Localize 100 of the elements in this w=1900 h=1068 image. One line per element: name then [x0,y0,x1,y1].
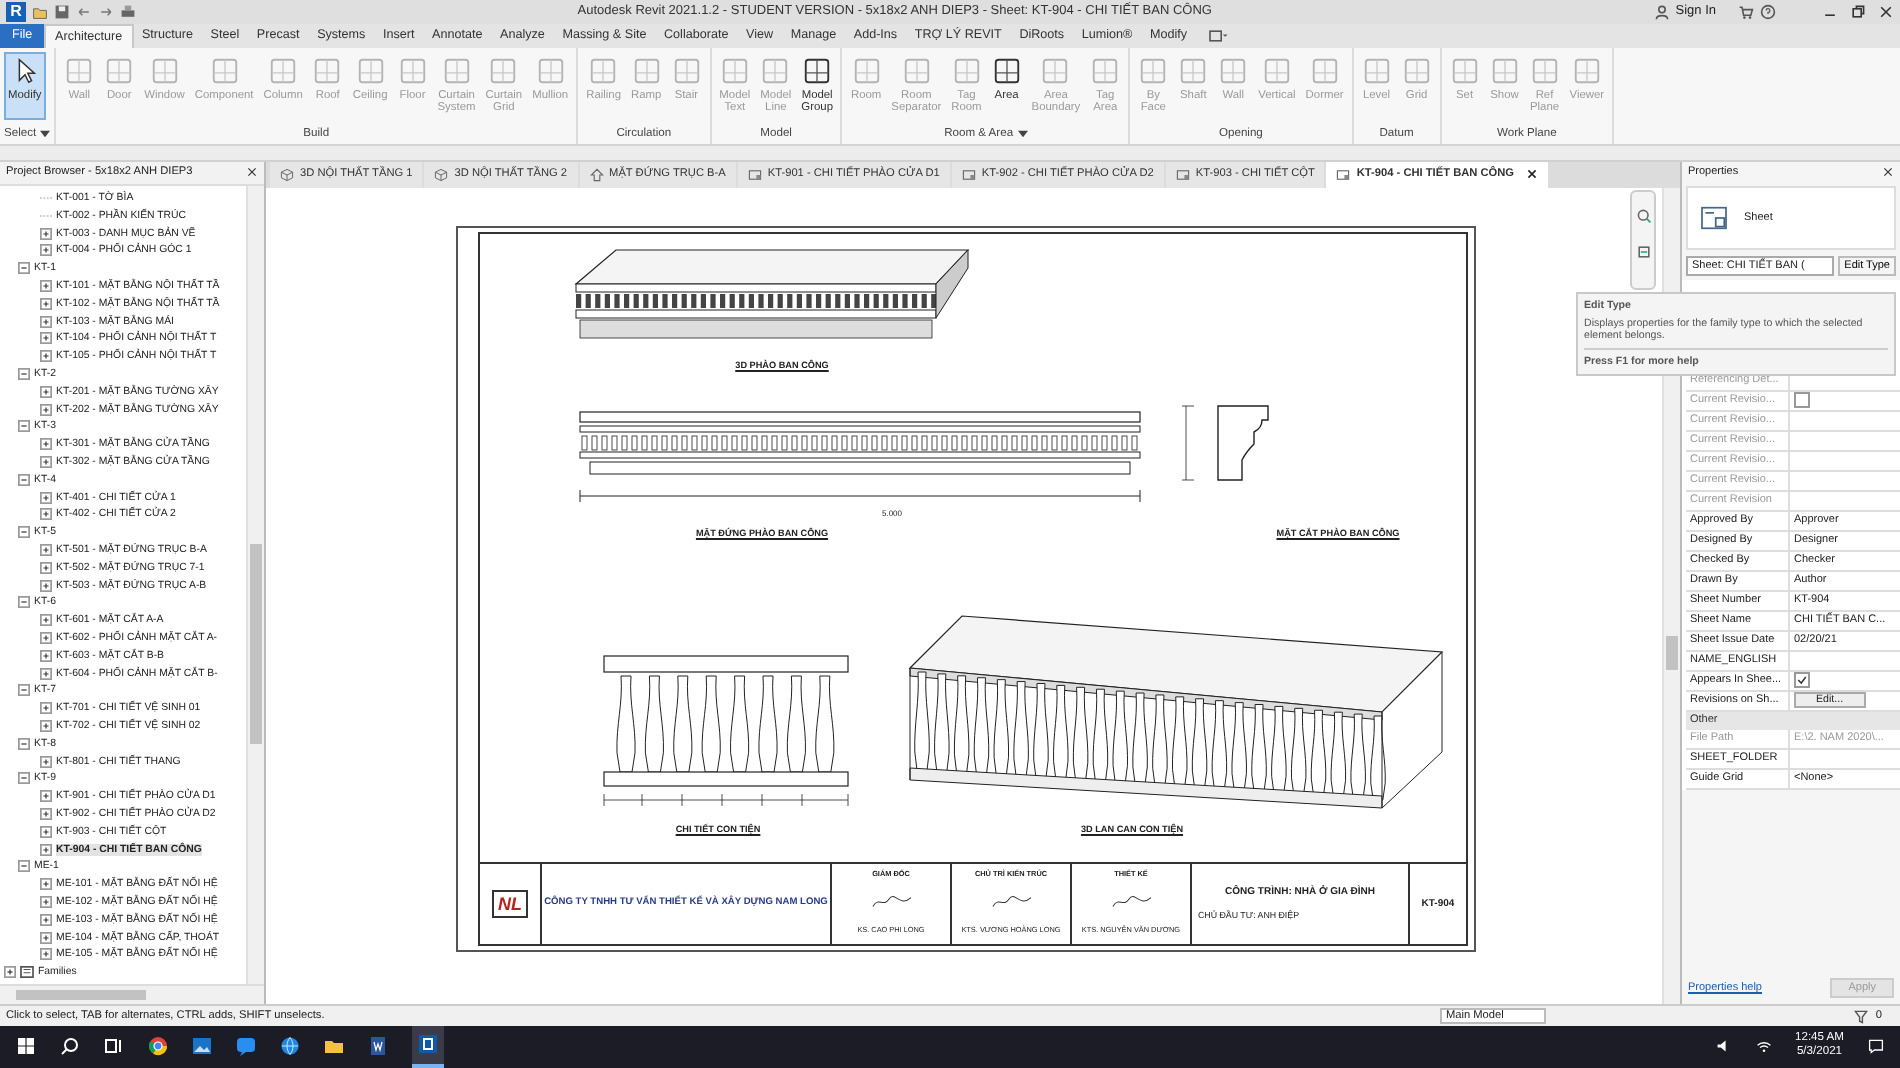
browser-icon[interactable] [148,1036,168,1057]
expand-icon[interactable] [40,649,52,662]
expand-icon[interactable] [40,561,52,574]
close-icon[interactable] [1882,166,1894,179]
expand-icon[interactable] [40,807,52,820]
expand-icon[interactable] [40,913,52,926]
speaker-icon[interactable] [1715,1038,1731,1055]
expand-icon[interactable] [40,315,52,328]
app-logo[interactable]: R [6,1,26,22]
expand-icon[interactable] [40,350,52,363]
expand-icon[interactable] [40,667,52,680]
app-icon[interactable] [418,1033,438,1054]
signature-icon [869,893,913,910]
grid-icon [209,55,240,86]
expand-icon[interactable] [40,719,52,732]
expand-icon[interactable] [40,508,52,521]
zoom-icon[interactable] [1635,207,1651,224]
expand-icon[interactable] [40,403,52,416]
filter-icon[interactable] [1853,1009,1868,1023]
expand-icon[interactable] [40,931,52,944]
expand-icon[interactable] [40,843,52,856]
restore-icon[interactable] [1850,3,1866,20]
scrollbar[interactable] [0,984,264,1005]
collapse-icon[interactable] [18,737,30,750]
photos-icon[interactable] [192,1036,212,1057]
collapse-icon[interactable] [18,684,30,697]
checkbox[interactable] [1794,672,1810,689]
user-icon[interactable] [1653,3,1670,20]
collapse-icon[interactable] [18,262,30,275]
expand-icon[interactable] [40,385,52,398]
folder-icon[interactable] [324,1036,344,1057]
signature-icon [989,893,1033,910]
cart-icon[interactable] [1738,3,1754,20]
grid-icon [64,55,95,86]
grid-icon [719,55,750,86]
expand-icon[interactable] [40,456,52,469]
close-icon[interactable] [1526,168,1539,181]
undo-icon[interactable] [76,3,92,20]
cube-icon [280,167,294,182]
expand-icon[interactable] [40,632,52,644]
collapse-icon[interactable] [18,860,30,873]
signature-icon [1109,893,1153,910]
windows-start-icon[interactable] [16,1036,36,1057]
collapse-icon[interactable] [18,772,30,785]
expand-icon[interactable] [40,544,52,557]
expand-icon[interactable] [40,878,52,891]
grid-icon [671,55,702,86]
grid-icon [1529,55,1560,86]
save-icon[interactable] [54,3,70,20]
collapse-icon[interactable] [18,368,30,381]
collapse-icon[interactable] [18,526,30,539]
grid-icon [802,55,833,86]
expand-icon[interactable] [40,948,52,961]
document-icon[interactable] [368,1036,388,1057]
grid-icon [1040,55,1071,86]
scrollbar[interactable] [246,185,264,985]
collapse-icon[interactable] [18,473,30,486]
sheet-icon [747,167,762,182]
expand-icon[interactable] [40,790,52,803]
grid-icon [851,55,882,86]
expand-icon[interactable] [40,297,52,310]
grid-icon [991,55,1022,86]
expand-icon[interactable] [40,614,52,627]
grid-icon [1178,55,1209,86]
sheet-icon [961,167,976,182]
notification-icon[interactable] [1868,1038,1884,1055]
caret-icon[interactable] [40,130,51,139]
expand-icon[interactable] [40,702,52,715]
expand-icon[interactable] [4,966,16,979]
collapse-icon[interactable] [18,420,30,433]
expand-icon[interactable] [40,755,52,768]
collapse-icon[interactable] [18,596,30,609]
expand-icon[interactable] [40,280,52,293]
close-icon[interactable] [1878,3,1894,20]
search-icon[interactable] [60,1036,80,1057]
grid-icon [1489,55,1520,86]
globe-icon[interactable] [280,1036,300,1057]
caret-icon[interactable] [1017,130,1028,139]
pan-icon[interactable] [1635,243,1651,260]
expand-icon[interactable] [40,579,52,592]
expand-icon[interactable] [40,895,52,908]
redo-icon[interactable] [98,3,114,20]
help-icon[interactable] [1760,3,1776,20]
panel-toggle-icon[interactable] [1207,27,1228,44]
expand-icon[interactable] [40,332,52,345]
close-icon[interactable] [246,166,258,179]
expand-icon[interactable] [40,438,52,451]
wifi-icon[interactable] [1755,1038,1771,1055]
grid-icon [268,55,299,86]
expand-icon[interactable] [40,825,52,838]
expand-icon[interactable] [40,227,52,240]
expand-icon[interactable] [40,491,52,504]
navigation-bar[interactable] [1630,189,1656,290]
grid-icon [1218,55,1249,86]
grid-icon [104,55,135,86]
chat-icon[interactable] [236,1036,256,1057]
expand-icon[interactable] [40,244,52,257]
grid-icon [535,55,566,86]
task-view-icon[interactable] [104,1036,124,1057]
printer-icon[interactable] [120,3,136,20]
